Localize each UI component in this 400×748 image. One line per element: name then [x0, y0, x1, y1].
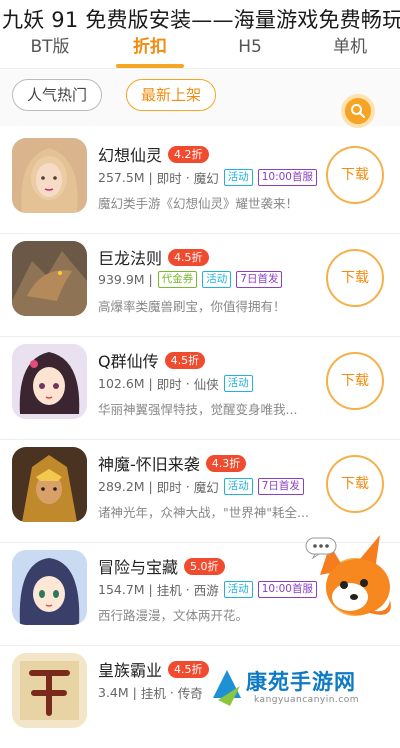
- game-icon: [12, 241, 87, 316]
- game-row[interactable]: Q群仙传 4.5折 102.6M | 即时 · 仙侠 活动 华丽神翼强悍特技，觉…: [0, 336, 400, 440]
- watermark-subtitle: kangyuancanyin.com: [254, 695, 360, 705]
- filter-bar: 人气热门 最新上架: [0, 70, 400, 126]
- game-mode: 即时: [156, 171, 182, 186]
- tag-activity: 活动: [202, 271, 232, 288]
- download-button[interactable]: 下载: [326, 146, 384, 204]
- game-genre: 传奇: [177, 686, 203, 701]
- tab-bt[interactable]: BT版: [0, 32, 100, 68]
- discount-badge: 4.3折: [205, 454, 247, 472]
- game-meta: 289.2M | 即时 · 魔幻 活动 7日首发: [98, 477, 304, 496]
- game-icon: [12, 344, 87, 419]
- game-size: 102.6M: [98, 376, 145, 391]
- category-tabs: BT版 折扣 H5 单机: [0, 32, 400, 68]
- game-name: 皇族霸业: [98, 661, 163, 680]
- game-row[interactable]: 巨龙法则 4.5折 939.9M | 代金券 活动 7日首发 高爆率类魔兽刷宝，…: [0, 233, 400, 337]
- banner-title: 九妖 91 免费版安装——海量游戏免费畅玩: [2, 8, 400, 32]
- game-name: 幻想仙灵: [98, 146, 163, 165]
- game-mode: 即时: [156, 377, 182, 392]
- game-icon: [12, 653, 87, 728]
- watermark: 康苑手游网 kangyuancanyin.com: [210, 668, 400, 711]
- tag-activity: 活动: [223, 169, 253, 186]
- download-button[interactable]: 下载: [326, 249, 384, 307]
- game-mode: 挂机: [140, 686, 166, 701]
- download-button[interactable]: 下载: [326, 352, 384, 410]
- tag-activity: 活动: [223, 581, 253, 598]
- game-genre: 仙侠: [193, 377, 219, 392]
- tag-activity: 活动: [223, 478, 253, 495]
- download-button[interactable]: 下载: [326, 455, 384, 513]
- discount-badge: 5.0折: [184, 557, 225, 575]
- game-name: Q群仙传: [98, 352, 159, 371]
- game-meta: 3.4M | 挂机 · 传奇: [98, 685, 203, 701]
- game-meta: 154.7M | 挂机 · 西游 活动 10:00首服: [98, 580, 317, 599]
- game-size: 257.5M: [98, 170, 145, 185]
- game-desc: 诸神光年，众神大战，"世界神"耗全...: [98, 505, 309, 520]
- search-button[interactable]: [341, 94, 375, 128]
- tab-single[interactable]: 单机: [300, 32, 400, 68]
- game-size: 939.9M: [98, 272, 145, 287]
- game-genre: 西游: [193, 583, 219, 598]
- game-icon: [12, 447, 87, 522]
- tab-h5[interactable]: H5: [200, 32, 300, 68]
- game-icon: [12, 550, 87, 625]
- game-icon: [12, 138, 87, 213]
- discount-badge: 4.5折: [164, 351, 206, 369]
- tab-discount[interactable]: 折扣: [100, 32, 200, 68]
- discount-badge: 4.2折: [168, 145, 209, 163]
- game-desc: 西行路漫漫，文体两开花。: [98, 608, 249, 623]
- game-desc: 魔幻类手游《幻想仙灵》耀世袭来！: [98, 196, 299, 211]
- game-meta: 257.5M | 即时 · 魔幻 活动 10:00首服: [98, 168, 317, 187]
- game-mode: 即时: [156, 480, 182, 495]
- watermark-title: 康苑手游网: [246, 669, 356, 694]
- filter-popular-button[interactable]: 人气热门: [12, 79, 103, 111]
- watermark-logo-icon: [213, 670, 241, 706]
- header-banner: 九妖 91 免费版安装——海量游戏免费畅玩: [0, 0, 400, 36]
- game-name: 神魔-怀旧来袭: [98, 455, 200, 474]
- game-row[interactable]: 幻想仙灵 4.2折 257.5M | 即时 · 魔幻 活动 10:00首服 魔幻…: [0, 130, 400, 234]
- game-meta: 939.9M | 代金券 活动 7日首发: [98, 271, 283, 288]
- discount-badge: 4.5折: [168, 660, 209, 678]
- game-size: 154.7M: [98, 582, 145, 597]
- game-genre: 魔幻: [193, 480, 219, 495]
- filter-newest-button[interactable]: 最新上架: [126, 79, 217, 111]
- game-size: 3.4M: [98, 685, 129, 700]
- game-size: 289.2M: [98, 479, 145, 494]
- game-name: 冒险与宝藏: [98, 558, 179, 577]
- tag-first-launch: 7日首发: [257, 478, 304, 495]
- tag-activity: 活动: [223, 375, 253, 392]
- game-desc: 华丽神翼强悍特技，觉醒变身唯我...: [98, 402, 298, 417]
- discount-badge: 4.5折: [168, 248, 209, 266]
- game-name: 巨龙法则: [98, 249, 163, 268]
- tag-first-launch: 7日首发: [236, 271, 283, 288]
- search-icon: [351, 104, 366, 119]
- game-mode: 挂机: [156, 583, 182, 598]
- tabs-divider: [0, 68, 400, 69]
- tag-first-server: 10:00首服: [257, 169, 317, 186]
- game-desc: 高爆率类魔兽刷宝，你值得拥有！: [98, 299, 286, 314]
- chat-bubble-icon[interactable]: [305, 537, 337, 559]
- game-meta: 102.6M | 即时 · 仙侠 活动: [98, 374, 253, 393]
- game-genre: 魔幻: [193, 171, 219, 186]
- tag-voucher: 代金券: [157, 271, 198, 288]
